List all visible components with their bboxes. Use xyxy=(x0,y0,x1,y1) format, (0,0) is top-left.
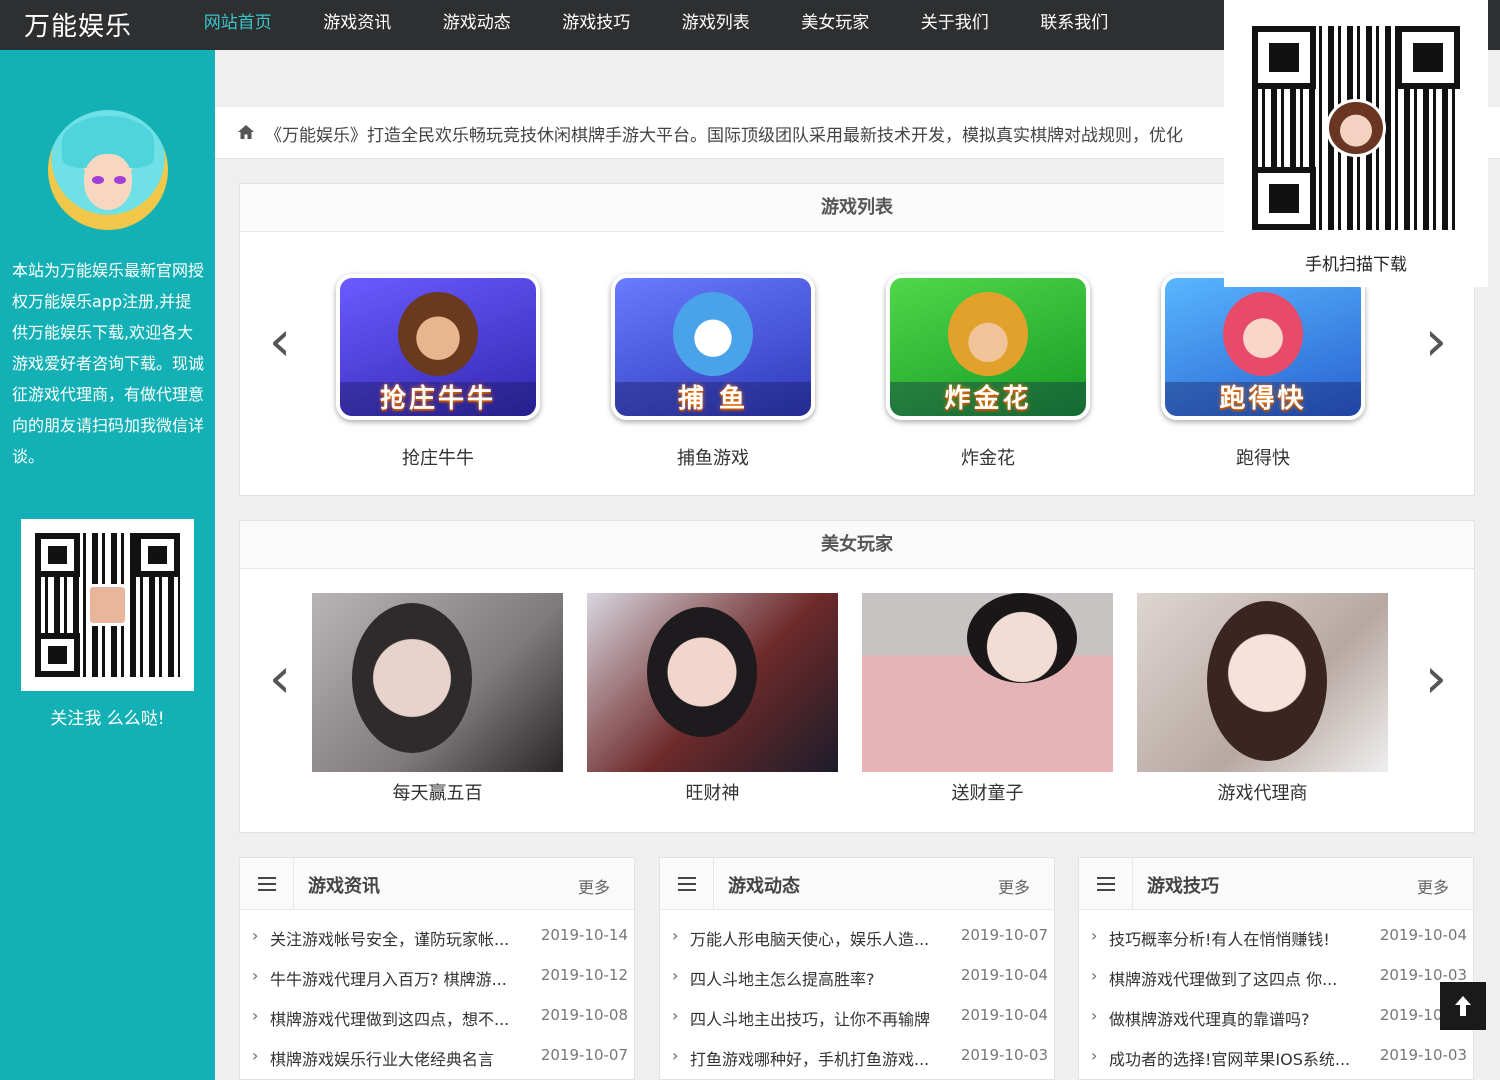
player-photo-4 xyxy=(1137,593,1388,772)
chevron-right-icon: › xyxy=(1091,1046,1098,1065)
game-banner-zhajinhua: 炸金花 xyxy=(890,382,1086,416)
game-card-paodekuai[interactable]: 跑得快 跑得快 xyxy=(1161,274,1365,474)
news-column-title: 游戏动态 xyxy=(728,876,800,897)
player-card-3[interactable]: 送财童子 xyxy=(862,593,1113,813)
nav-item-news[interactable]: 游戏资讯 xyxy=(298,0,418,50)
chevron-right-icon: › xyxy=(1091,966,1098,985)
nav-item-home[interactable]: 网站首页 xyxy=(178,0,298,50)
avatar xyxy=(48,110,168,230)
news-row[interactable]: › 技巧概率分析!有人在悄悄赚钱! 2019-10-04 xyxy=(1079,926,1473,966)
player-label-1: 每天赢五百 xyxy=(392,783,483,804)
nav-item-about[interactable]: 关于我们 xyxy=(895,0,1015,50)
news-row[interactable]: › 打鱼游戏哪种好，手机打鱼游戏... 2019-10-03 xyxy=(660,1046,1054,1079)
game-icon-paodekuai: 跑得快 xyxy=(1161,274,1365,420)
site-logo[interactable]: 万能娱乐 xyxy=(24,6,132,43)
game-label-fishing: 捕鱼游戏 xyxy=(677,448,749,469)
home-icon xyxy=(238,125,254,139)
main-nav: 网站首页 游戏资讯 游戏动态 游戏技巧 游戏列表 美女玩家 关于我们 联系我们 xyxy=(178,0,1134,50)
chevron-right-icon: › xyxy=(252,1046,259,1065)
news-column-info: 游戏资讯 更多 › 关注游戏帐号安全，谨防玩家帐... 2019-10-14 › 牛牛… xyxy=(239,857,635,1080)
back-to-top-button[interactable] xyxy=(1440,982,1486,1030)
news-column-tips: 游戏技巧 更多 › 技巧概率分析!有人在悄悄赚钱! 2019-10-04 › 棋牌游戏… xyxy=(1078,857,1474,1080)
more-link[interactable]: 更多 xyxy=(998,874,1030,898)
news-row[interactable]: › 做棋牌游戏代理真的靠谱吗? 2019-10-03 xyxy=(1079,1006,1473,1046)
arrow-up-icon xyxy=(1455,996,1471,1016)
game-label-niuniu: 抢庄牛牛 xyxy=(402,448,474,469)
sidebar: 本站为万能娱乐最新官网授权万能娱乐app注册,并提供万能娱乐下载,欢迎各大游戏爱… xyxy=(0,50,215,1080)
chevron-right-icon: › xyxy=(252,1006,259,1025)
chevron-right-icon: › xyxy=(1091,1006,1098,1025)
player-card-4[interactable]: 游戏代理商 xyxy=(1137,593,1388,813)
chevron-right-icon: › xyxy=(1091,926,1098,945)
chevron-right-icon: › xyxy=(252,926,259,945)
news-row[interactable]: › 棋牌游戏代理做到了这四点 你... 2019-10-03 xyxy=(1079,966,1473,1006)
news-column-dynamics: 游戏动态 更多 › 万能人形电脑天使心，娱乐人造... 2019-10-07 › 四人… xyxy=(659,857,1055,1080)
news-row[interactable]: › 成功者的选择!官网苹果IOS系统... 2019-10-03 xyxy=(1079,1046,1473,1079)
game-icon-fishing: 捕 鱼 xyxy=(611,274,815,420)
news-row[interactable]: › 万能人形电脑天使心，娱乐人造... 2019-10-07 xyxy=(660,926,1054,966)
news-column-title: 游戏技巧 xyxy=(1147,876,1219,897)
game-card-fishing[interactable]: 捕 鱼 捕鱼游戏 xyxy=(611,274,815,474)
players-next-arrow[interactable]: › xyxy=(1416,649,1456,709)
sidebar-follow-text: 关注我 么么哒! xyxy=(50,709,165,729)
chevron-right-icon: › xyxy=(252,966,259,985)
download-qr-panel: 手机扫描下载 xyxy=(1224,0,1488,287)
chevron-right-icon: › xyxy=(672,1046,679,1065)
news-row[interactable]: › 牛牛游戏代理月入百万? 棋牌游... 2019-10-12 xyxy=(240,966,634,1006)
chevron-right-icon: › xyxy=(672,966,679,985)
player-card-1[interactable]: 每天赢五百 xyxy=(312,593,563,813)
game-card-niuniu[interactable]: 抢庄牛牛 抢庄牛牛 xyxy=(336,274,540,474)
game-label-paodekuai: 跑得快 xyxy=(1236,448,1290,469)
game-card-zhajinhua[interactable]: 炸金花 炸金花 xyxy=(886,274,1090,474)
player-photo-3 xyxy=(862,593,1113,772)
player-photo-2 xyxy=(587,593,838,772)
player-photo-1 xyxy=(312,593,563,772)
nav-item-contact[interactable]: 联系我们 xyxy=(1015,0,1135,50)
list-icon xyxy=(660,858,714,909)
chevron-right-icon: › xyxy=(672,1006,679,1025)
news-row[interactable]: › 棋牌游戏代理做到这四点，想不... 2019-10-08 xyxy=(240,1006,634,1046)
nav-item-dynamics[interactable]: 游戏动态 xyxy=(417,0,537,50)
player-label-3: 送财童子 xyxy=(951,783,1024,804)
players-prev-arrow[interactable]: ‹ xyxy=(260,649,300,709)
news-row[interactable]: › 关注游戏帐号安全，谨防玩家帐... 2019-10-14 xyxy=(240,926,634,966)
game-banner-paodekuai: 跑得快 xyxy=(1165,382,1361,416)
game-label-zhajinhua: 炸金花 xyxy=(961,448,1015,469)
nav-item-tips[interactable]: 游戏技巧 xyxy=(537,0,657,50)
news-row[interactable]: › 四人斗地主出技巧，让你不再输牌 2019-10-04 xyxy=(660,1006,1054,1046)
download-qr-code xyxy=(1232,6,1480,250)
sidebar-intro: 本站为万能娱乐最新官网授权万能娱乐app注册,并提供万能娱乐下载,欢迎各大游戏爱… xyxy=(12,261,205,466)
news-row[interactable]: › 棋牌游戏娱乐行业大佬经典名言 2019-10-07 xyxy=(240,1046,634,1079)
player-label-2: 旺财神 xyxy=(685,783,740,804)
player-card-2[interactable]: 旺财神 xyxy=(587,593,838,813)
game-icon-niuniu: 抢庄牛牛 xyxy=(336,274,540,420)
game-banner-niuniu: 抢庄牛牛 xyxy=(340,382,536,416)
list-icon xyxy=(1079,858,1133,909)
chevron-right-icon: › xyxy=(672,926,679,945)
game-list-next-arrow[interactable]: › xyxy=(1416,312,1456,372)
news-column-title: 游戏资讯 xyxy=(308,876,380,897)
nav-item-game-list[interactable]: 游戏列表 xyxy=(656,0,776,50)
game-banner-fishing: 捕 鱼 xyxy=(615,382,811,416)
more-link[interactable]: 更多 xyxy=(578,874,610,898)
news-row[interactable]: › 四人斗地主怎么提高胜率? 2019-10-04 xyxy=(660,966,1054,1006)
download-qr-label: 手机扫描下载 xyxy=(1305,255,1407,275)
nav-item-players[interactable]: 美女玩家 xyxy=(776,0,896,50)
more-link[interactable]: 更多 xyxy=(1417,874,1449,898)
players-panel: 美女玩家 ‹ › 每天赢五百 旺财神 送财童子 游戏代理商 xyxy=(239,520,1475,833)
player-label-4: 游戏代理商 xyxy=(1217,783,1308,804)
notice-text: 《万能娱乐》打造全民欢乐畅玩竞技休闲棋牌手游大平台。国际顶级团队采用最新技术开发… xyxy=(265,126,1183,146)
list-icon xyxy=(240,858,294,909)
sidebar-wechat-qr xyxy=(21,519,194,691)
players-title: 美女玩家 xyxy=(240,521,1474,569)
game-list-prev-arrow[interactable]: ‹ xyxy=(260,312,300,372)
game-icon-zhajinhua: 炸金花 xyxy=(886,274,1090,420)
